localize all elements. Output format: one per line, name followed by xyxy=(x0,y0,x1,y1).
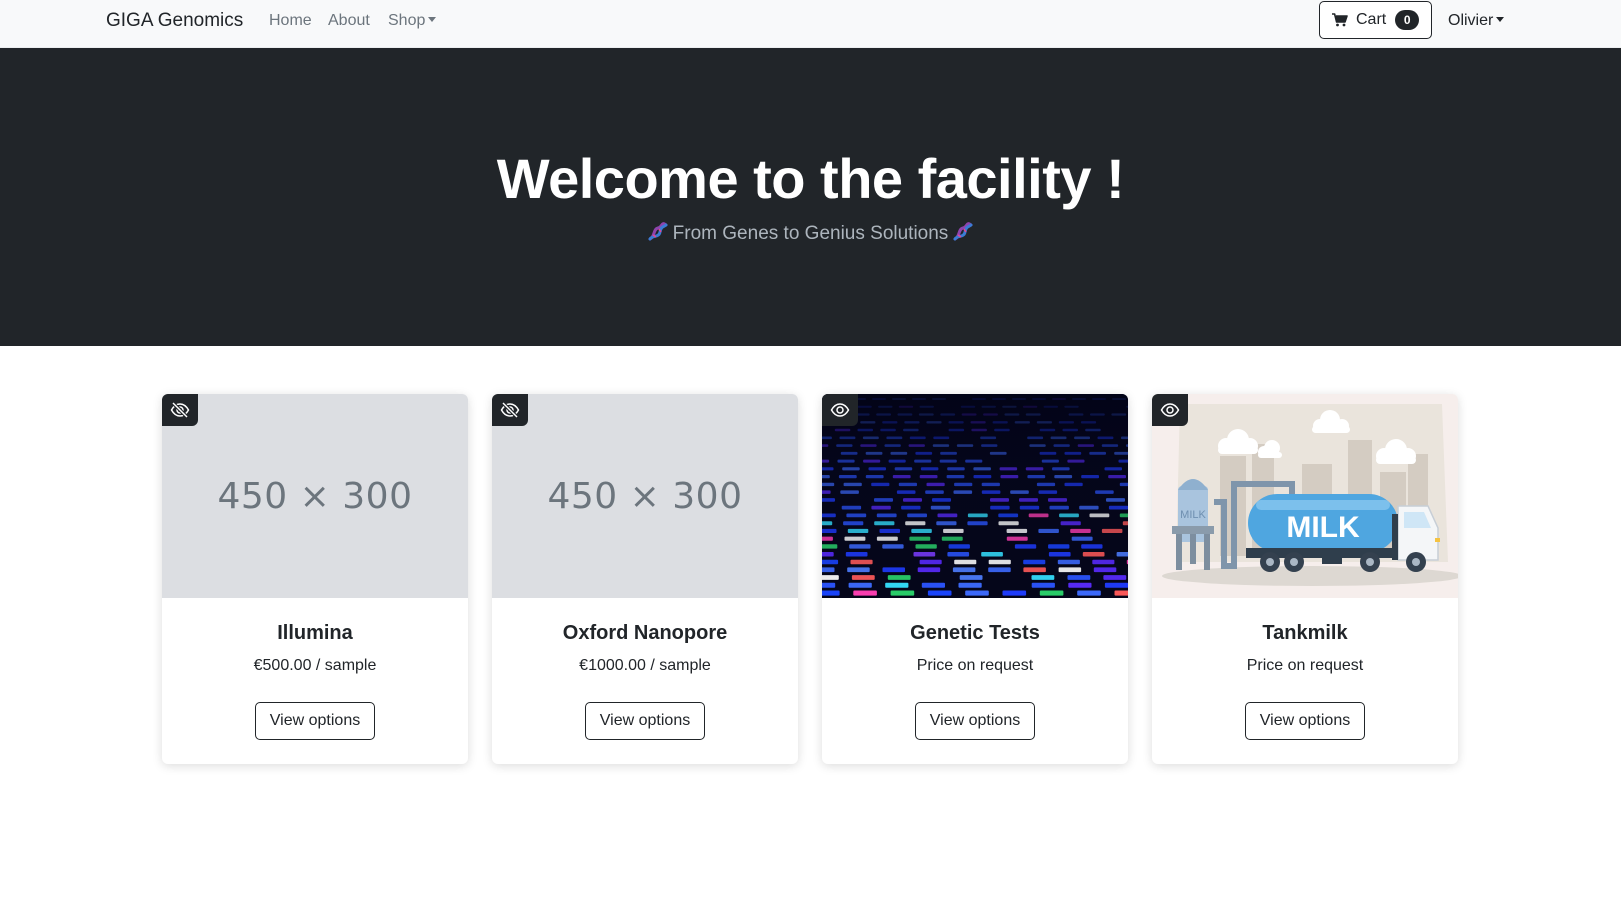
product-price: Price on request xyxy=(916,657,1034,674)
hero-subtitle-row: From Genes to Genius Solutions xyxy=(0,222,1621,245)
nav-shop-dropdown[interactable]: Shop xyxy=(388,12,437,30)
product-card-genetic-tests: Genetic Tests Price on request View opti… xyxy=(822,394,1128,764)
view-options-button[interactable]: View options xyxy=(915,702,1035,740)
product-price: Price on request xyxy=(1246,657,1364,674)
product-image-placeholder: 450 × 300 xyxy=(492,394,798,598)
hero-subtitle: From Genes to Genius Solutions xyxy=(672,223,949,244)
dna-sequencing-image xyxy=(822,394,1128,598)
dna-icon xyxy=(648,222,668,241)
product-title: Illumina xyxy=(277,622,353,644)
product-title: Tankmilk xyxy=(1262,622,1348,644)
visibility-toggle-button[interactable] xyxy=(822,394,858,426)
product-title: Oxford Nanopore xyxy=(562,622,728,644)
product-image-placeholder: 450 × 300 xyxy=(162,394,468,598)
nav-home-link[interactable]: Home xyxy=(269,12,312,30)
eye-icon xyxy=(1160,403,1180,417)
product-image-dna-sequencing xyxy=(822,394,1128,598)
placeholder-dimensions: 450 × 300 xyxy=(547,475,743,517)
brand-link[interactable]: GIGA Genomics xyxy=(106,10,243,32)
navbar: GIGA Genomics Home About Shop Cart 0 Oli… xyxy=(0,0,1621,48)
user-name: Olivier xyxy=(1448,12,1494,29)
view-options-button[interactable]: View options xyxy=(585,702,705,740)
svg-text:MILK: MILK xyxy=(1180,509,1206,521)
nav-shop-label: Shop xyxy=(388,12,426,29)
dna-icon xyxy=(953,222,973,241)
visibility-toggle-button[interactable] xyxy=(162,394,198,426)
product-image-milk-tanker: MILK MILK xyxy=(1152,394,1458,598)
product-price: €1000.00 / sample xyxy=(579,657,711,674)
cart-count-badge: 0 xyxy=(1395,10,1420,30)
cart-label: Cart xyxy=(1356,11,1387,28)
milk-tanker-illustration: MILK MILK xyxy=(1152,394,1458,598)
visibility-toggle-button[interactable] xyxy=(492,394,528,426)
caret-down-icon xyxy=(428,17,437,22)
product-card-illumina: 450 × 300 Illumina €500.00 / sample View… xyxy=(162,394,468,764)
caret-down-icon xyxy=(1496,17,1505,22)
cart-button[interactable]: Cart 0 xyxy=(1319,1,1432,39)
visibility-toggle-button[interactable] xyxy=(1152,394,1188,426)
eye-slash-icon xyxy=(500,402,520,418)
product-card-oxford-nanopore: 450 × 300 Oxford Nanopore €1000.00 / sam… xyxy=(492,394,798,764)
view-options-button[interactable]: View options xyxy=(1245,702,1365,740)
product-price: €500.00 / sample xyxy=(253,657,377,674)
product-card-tankmilk: MILK MILK Tankmilk Price on request View… xyxy=(1152,394,1458,764)
view-options-button[interactable]: View options xyxy=(255,702,375,740)
cart-icon xyxy=(1332,13,1348,27)
placeholder-dimensions: 450 × 300 xyxy=(217,475,413,517)
user-menu-dropdown[interactable]: Olivier xyxy=(1448,12,1505,30)
eye-icon xyxy=(830,403,850,417)
hero-title: Welcome to the facility ! xyxy=(496,147,1125,210)
hero-banner: Welcome to the facility ! From Genes to … xyxy=(0,48,1621,346)
product-title: Genetic Tests xyxy=(910,622,1040,644)
svg-text:MILK: MILK xyxy=(1286,511,1360,544)
eye-slash-icon xyxy=(170,402,190,418)
nav-about-link[interactable]: About xyxy=(328,12,370,30)
